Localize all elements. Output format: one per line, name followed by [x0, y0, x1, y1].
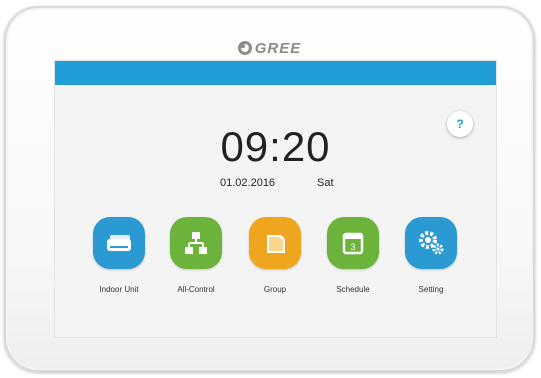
svg-text:3: 3 [350, 242, 355, 252]
clock-time: 09:20 [220, 123, 331, 170]
folder-icon[interactable] [249, 217, 301, 269]
app-label: Group [263, 285, 287, 294]
clock-date: 01.02.2016 [220, 177, 276, 189]
app-setting[interactable]: Setting [391, 217, 471, 294]
brand-text: GREE [254, 40, 302, 57]
indoor-unit-icon[interactable] [93, 217, 145, 269]
app-indoor-unit[interactable]: Indoor Unit [79, 217, 159, 294]
status-bar [55, 61, 496, 85]
brand-icon [237, 41, 252, 55]
app-label: Schedule [336, 285, 370, 294]
app-all-control[interactable]: All-Control [156, 217, 236, 294]
app-schedule[interactable]: 3 Schedule [313, 217, 393, 294]
app-group[interactable]: Group [235, 217, 315, 294]
network-icon[interactable] [170, 217, 222, 269]
brand-logo: GREE [4, 40, 535, 57]
touch-screen: ? 09:20 01.02.2016 Sat Indoor Unit All-C… [54, 60, 497, 338]
app-label: Setting [418, 285, 444, 294]
calendar-icon[interactable]: 3 [327, 217, 379, 269]
app-label: Indoor Unit [99, 285, 139, 294]
clock-weekday: Sat [317, 177, 334, 189]
app-label: All-Control [177, 285, 215, 294]
gear-icon[interactable] [405, 217, 457, 269]
